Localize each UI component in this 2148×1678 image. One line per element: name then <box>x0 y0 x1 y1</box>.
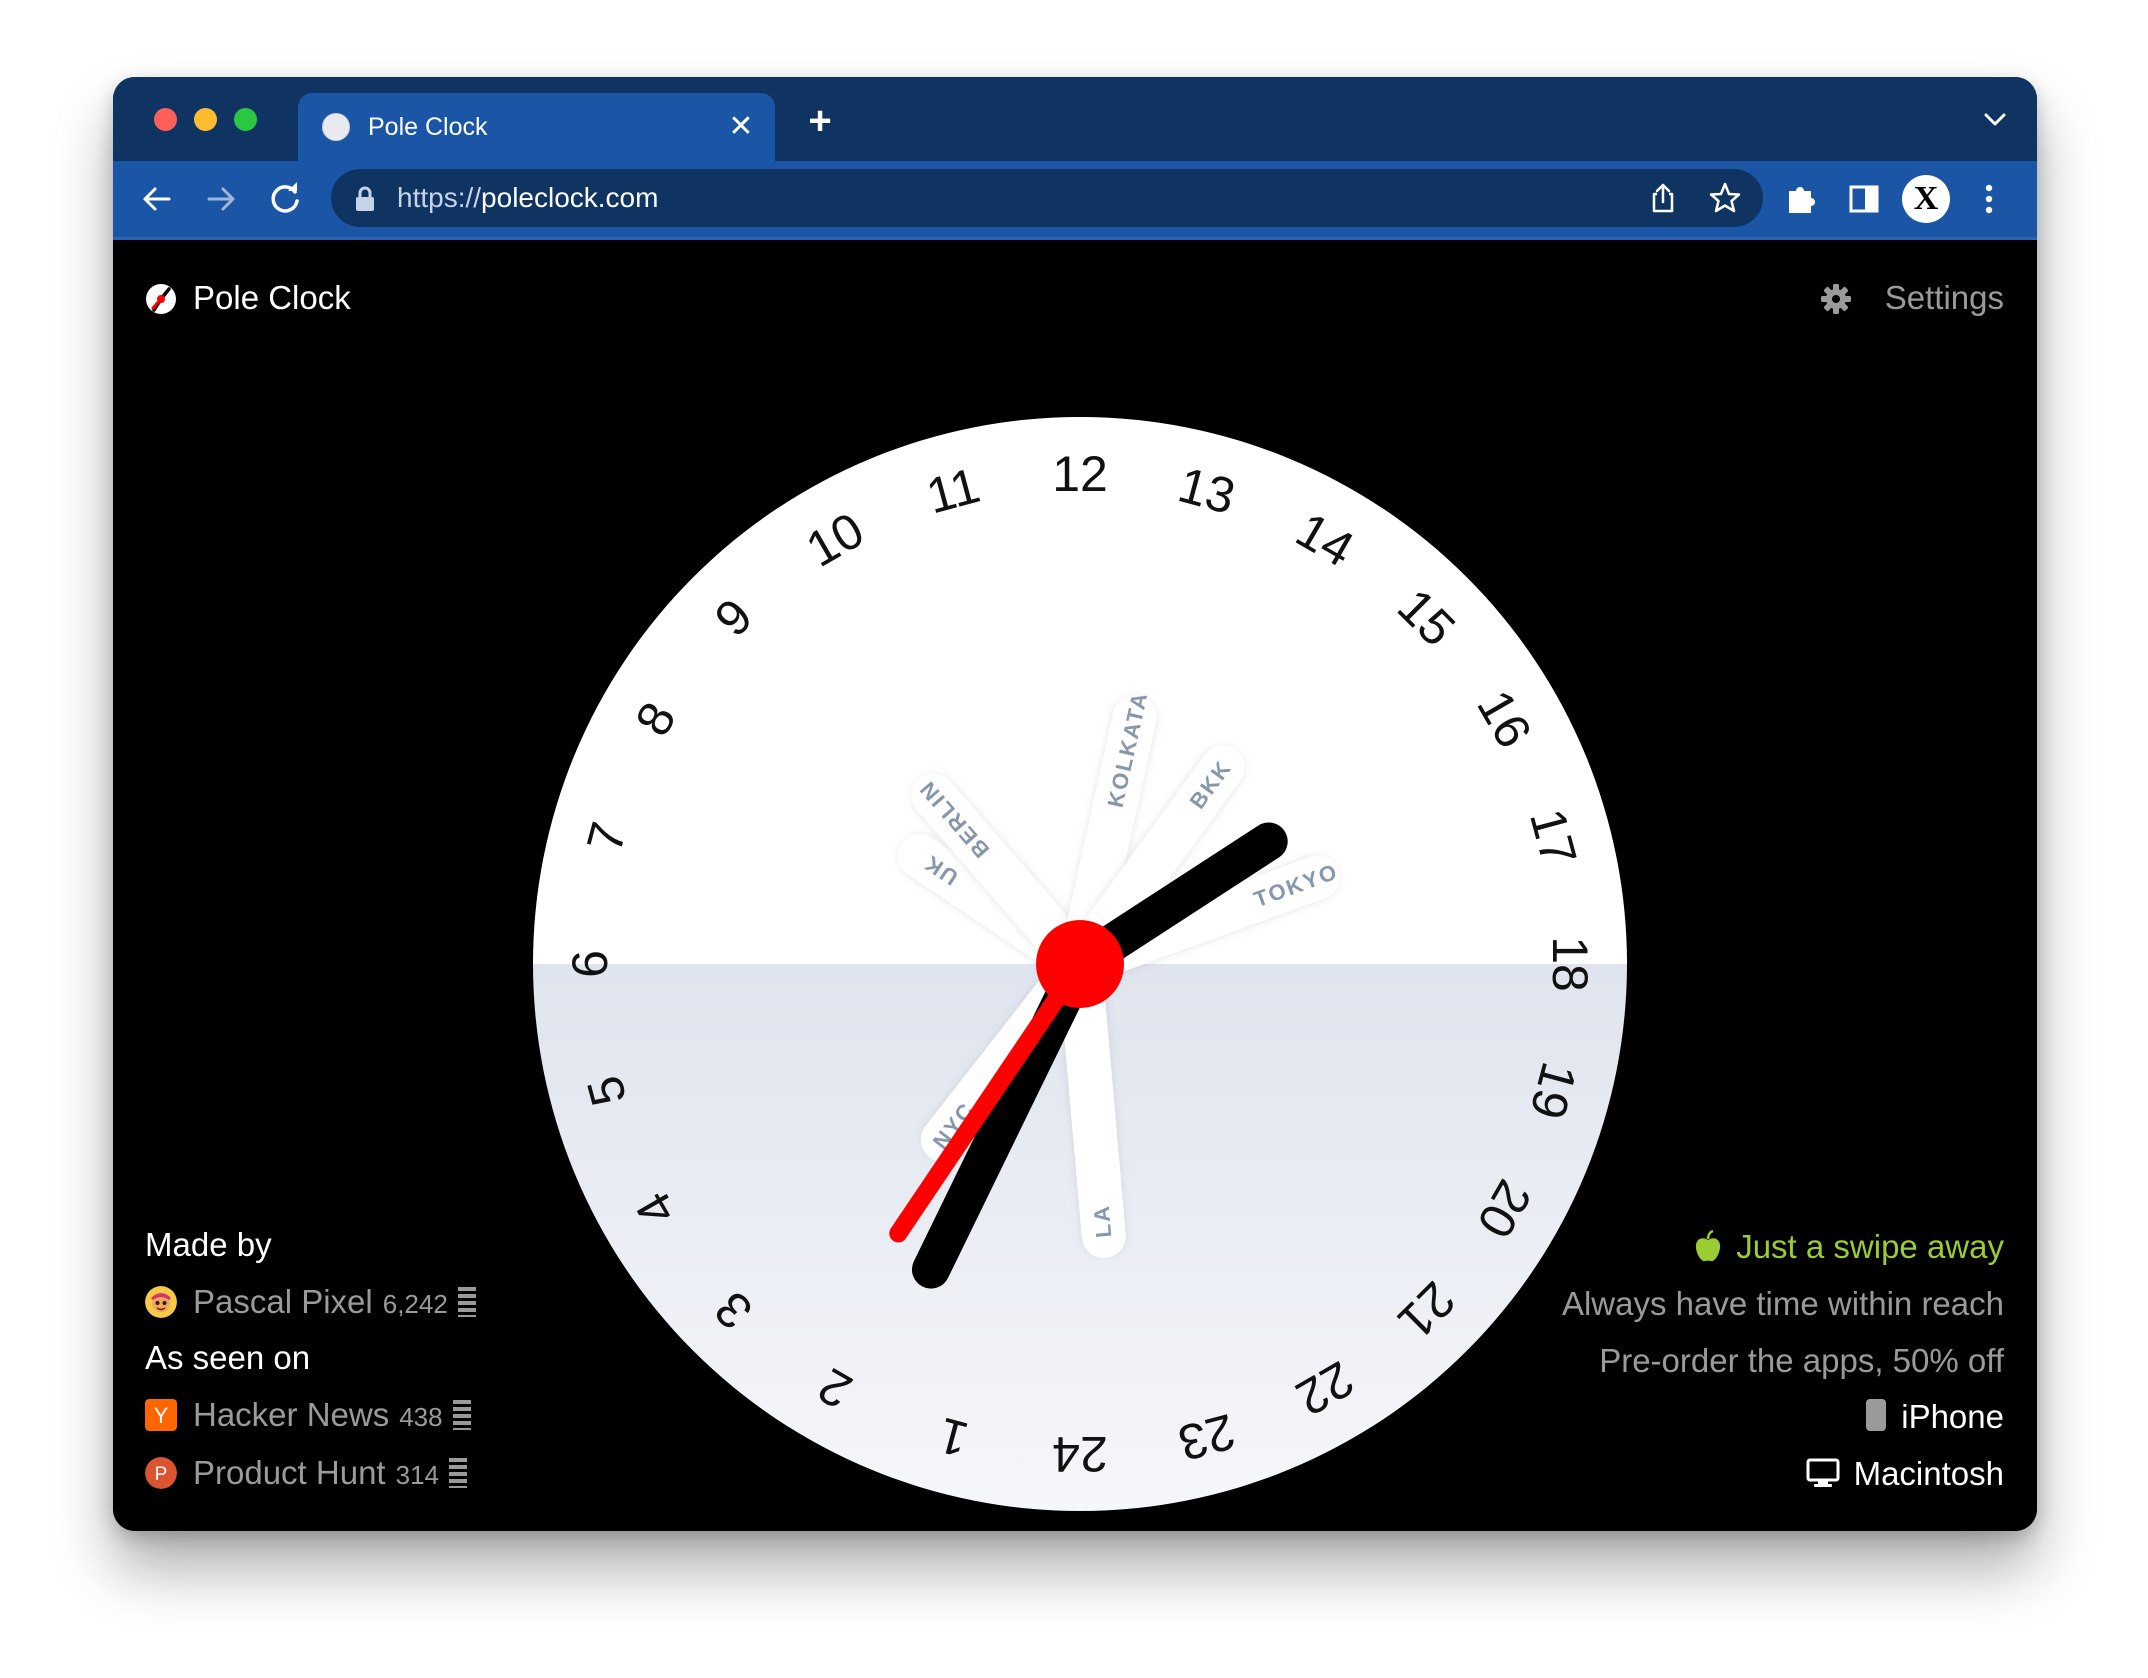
hacker-news-name: Hacker News <box>193 1396 390 1433</box>
tab-bar: Pole Clock ✕ + <box>113 77 2037 161</box>
hour-label-24: 24 <box>1052 1426 1108 1482</box>
minimize-window-button[interactable] <box>194 108 217 131</box>
tab-pole-clock[interactable]: Pole Clock ✕ <box>298 93 775 161</box>
lock-icon[interactable] <box>353 186 377 212</box>
maximize-window-button[interactable] <box>234 108 257 131</box>
hacker-news-icon: Y <box>145 1399 177 1431</box>
hacker-news-count: 438 <box>399 1402 443 1432</box>
promo-line-2[interactable]: Pre-order the apps, 50% off <box>1599 1341 2004 1381</box>
page-content: Pole Clock Settings 24 1 2 3 4 5 6 7 8 9… <box>113 240 2037 1531</box>
close-window-button[interactable] <box>154 108 177 131</box>
extensions-puzzle-icon[interactable] <box>1777 175 1825 223</box>
bars-icon <box>449 1458 467 1488</box>
settings-label: Settings <box>1884 279 2004 316</box>
product-hunt-letter: P <box>155 1464 168 1485</box>
browser-toolbar: https://poleclock.com X <box>113 161 2037 240</box>
promo-line-1: Always have time within reach <box>1561 1285 2004 1322</box>
city-label-la: LA <box>1089 1203 1117 1238</box>
as-seen-on-heading: As seen on <box>145 1339 311 1376</box>
made-by-heading: Made by <box>145 1226 272 1263</box>
address-bar[interactable]: https://poleclock.com <box>331 169 1763 227</box>
author-avatar-icon <box>145 1286 177 1318</box>
author-name: Pascal Pixel <box>193 1283 373 1320</box>
iphone-link[interactable]: iPhone <box>1865 1397 2004 1437</box>
iphone-label: iPhone <box>1901 1398 2004 1435</box>
product-hunt-icon: P <box>145 1457 177 1489</box>
pole-clock-logo-icon <box>146 284 176 314</box>
product-hunt-count: 314 <box>395 1460 439 1490</box>
chevron-down-icon[interactable] <box>1975 99 2015 139</box>
apple-icon <box>1696 1230 1721 1262</box>
profile-avatar[interactable]: X <box>1902 175 1950 223</box>
share-icon[interactable] <box>1645 180 1681 216</box>
pole-clock-dial[interactable]: 241234567891011 12 1314151617181920212223 … <box>533 417 1627 1511</box>
macintosh-link[interactable]: Macintosh <box>1806 1454 2004 1494</box>
kebab-menu-icon[interactable] <box>1965 175 2013 223</box>
url-text[interactable]: https://poleclock.com <box>397 180 658 216</box>
back-arrow-icon[interactable] <box>133 175 181 223</box>
center-hub <box>1036 920 1124 1008</box>
gear-icon <box>1821 284 1851 314</box>
desktop-computer-icon <box>1806 1458 1840 1487</box>
promo-headline[interactable]: Just a swipe away <box>1694 1227 2004 1267</box>
side-panel-icon[interactable] <box>1840 175 1888 223</box>
forward-arrow-icon[interactable] <box>197 175 245 223</box>
product-hunt-name: Product Hunt <box>193 1454 386 1491</box>
brand-name: Pole Clock <box>193 279 351 316</box>
reload-icon[interactable] <box>261 175 309 223</box>
iphone-icon <box>1866 1399 1887 1431</box>
browser-window: Pole Clock ✕ + https://poleclock.com X P… <box>113 77 2037 1531</box>
hour-label-6: 6 <box>562 950 618 978</box>
url-scheme: https:// <box>397 182 482 213</box>
tab-title: Pole Clock <box>368 113 488 141</box>
url-host: poleclock.com <box>481 182 659 213</box>
author-count: 6,242 <box>382 1289 448 1319</box>
bookmark-star-icon[interactable] <box>1707 180 1743 216</box>
new-tab-button[interactable]: + <box>796 97 844 145</box>
promo-headline-text: Just a swipe away <box>1736 1228 2004 1265</box>
macintosh-label: Macintosh <box>1853 1455 2004 1492</box>
hour-label-18: 18 <box>1542 936 1598 992</box>
clock-favicon-icon <box>322 113 350 141</box>
hacker-news-letter: Y <box>154 1403 169 1428</box>
tab-close-icon[interactable]: ✕ <box>719 105 763 149</box>
hour-label-12: 12 <box>1052 446 1108 502</box>
bars-icon <box>457 1287 476 1317</box>
bars-icon <box>452 1400 471 1430</box>
